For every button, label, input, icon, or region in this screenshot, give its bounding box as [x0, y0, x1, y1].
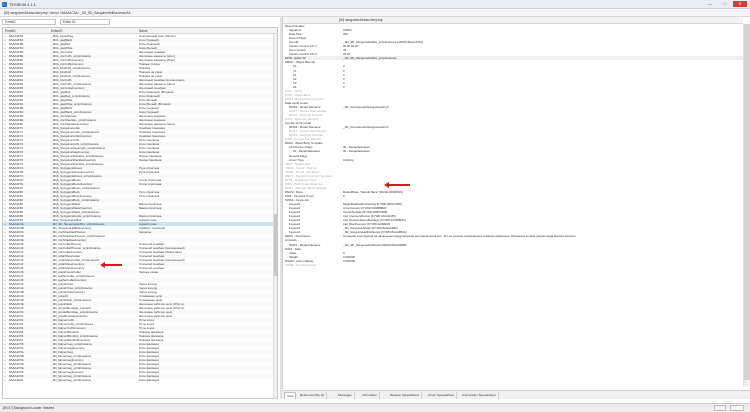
- record-view: [00] sanguinesDebauchery.esp Record Head…: [282, 17, 750, 389]
- app-icon: [2, 2, 7, 7]
- status-button-left[interactable]: [714, 405, 726, 411]
- record-path-bar: [00] sanguinesDebauchery.esp \ Armor \ 8…: [0, 9, 750, 17]
- record-view-scrollbar[interactable]: [743, 24, 750, 386]
- view-tabs: View Referenced By (1) Messages Information…: [282, 390, 750, 399]
- record-tree-rows: +8AAA3F59 _SDA_bestofPeg Сексуальный клин …: [3, 34, 273, 382]
- tab-weapon-spreadsheet[interactable]: Weapon Spreadsheet: [388, 392, 422, 399]
- column-header-name[interactable]: Name: [139, 29, 148, 33]
- tab-view[interactable]: View: [284, 392, 297, 399]
- column-header-editorid[interactable]: EditorID: [51, 29, 63, 33]
- row-name: Клин фалмера: [139, 378, 159, 382]
- editorid-filter-input[interactable]: Editor ID: [60, 19, 110, 25]
- editorid-filter-label: Editor ID: [63, 20, 76, 24]
- annotation-arrow-left: [100, 262, 122, 268]
- window-title: TES5Edit 4.1.1: [9, 2, 36, 7]
- record-view-file: [00] sanguinesDebauchery.esp: [339, 18, 383, 22]
- record-view-rows: Record Header Signature ARMO Data Size 386 Re…: [283, 24, 743, 267]
- arrow-shaft: [104, 264, 122, 266]
- status-text: [00:07] Background Loader: finished: [3, 406, 55, 410]
- filter-bar: FormID Editor ID: [0, 17, 282, 27]
- expand-icon[interactable]: +: [4, 378, 7, 382]
- record-tree: FormID EditorID Name +8AAA3F59 _SDA_besto…: [2, 27, 278, 399]
- minimize-button[interactable]: —: [703, 1, 717, 7]
- arrow-shaft: [388, 184, 410, 186]
- maximize-button[interactable]: □: [718, 1, 732, 7]
- record-view-header: [00] sanguinesDebauchery.esp: [283, 17, 743, 24]
- formid-filter-label: FormID: [5, 20, 16, 24]
- annotation-arrow-right: [384, 182, 410, 188]
- record-tree-scroll-thumb[interactable]: [274, 214, 277, 276]
- tab-messages[interactable]: Messages: [336, 392, 355, 399]
- field-label: TNAM - Template Armor: [285, 262, 316, 267]
- status-button-right[interactable]: [730, 405, 744, 411]
- column-header-formid[interactable]: FormID: [5, 29, 16, 33]
- record-path: [00] sanguinesDebauchery.esp \ Armor \ 8…: [4, 11, 131, 15]
- record-field-row[interactable]: TNAM - Template Armor: [283, 263, 743, 267]
- record-view-scroll-thumb[interactable]: [744, 24, 750, 380]
- record-list-row[interactable]: +8AAA4C61 _SD_falmerGag_scriptInstance Кли…: [3, 378, 273, 382]
- title-bar: TES5Edit 4.1.1 — □ ✕: [0, 0, 750, 9]
- close-button[interactable]: ✕: [733, 1, 747, 7]
- tab-ammunition-spreadsheet[interactable]: Ammunition Spreadsheet: [460, 392, 499, 399]
- row-editorid: _SD_falmerGag_scriptInstance: [51, 378, 92, 382]
- status-bar: [00:07] Background Loader: finished: [0, 403, 750, 412]
- tab-information[interactable]: Information: [360, 392, 381, 399]
- record-tree-scrollbar[interactable]: [273, 34, 277, 398]
- tab-referenced-by-1[interactable]: Referenced By (1): [298, 392, 328, 399]
- row-formid: 8AAA4C61: [9, 378, 24, 382]
- tab-armor-spreadsheet[interactable]: Armor Spreadsheet: [426, 392, 458, 399]
- formid-filter-input[interactable]: FormID: [2, 19, 56, 25]
